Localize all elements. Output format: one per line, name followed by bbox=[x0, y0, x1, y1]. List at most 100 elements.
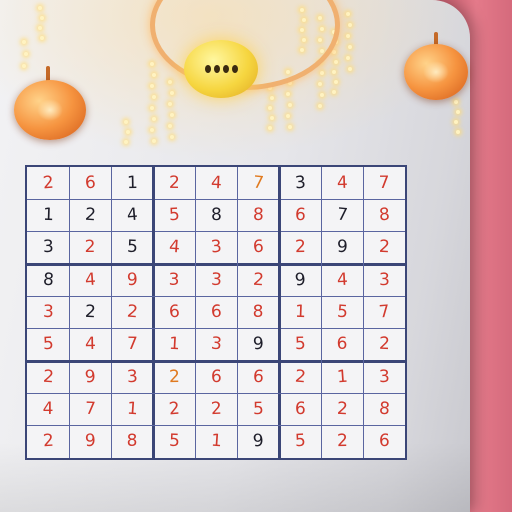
orange-heart-ornament-right bbox=[404, 44, 468, 100]
sudoku-digit: 6 bbox=[378, 431, 390, 452]
sudoku-digit: 5 bbox=[294, 334, 306, 355]
sudoku-digit: 3 bbox=[168, 269, 180, 290]
fairy-light-dot bbox=[40, 16, 44, 20]
sudoku-digit: 4 bbox=[42, 398, 54, 419]
sudoku-cell: 2 bbox=[111, 296, 153, 328]
fairy-light-dot bbox=[348, 23, 352, 27]
sudoku-digit: 4 bbox=[84, 334, 96, 355]
sudoku-digit: 1 bbox=[335, 366, 349, 388]
fairy-light-dot bbox=[24, 52, 28, 56]
sudoku-digit: 2 bbox=[41, 366, 55, 388]
fairy-light-dot bbox=[124, 140, 128, 144]
fairy-light-dot bbox=[320, 93, 324, 97]
fairy-light-dot bbox=[38, 26, 42, 30]
sudoku-cell: 3 bbox=[195, 329, 237, 361]
sudoku-digit: 2 bbox=[41, 430, 55, 452]
sudoku-digit: 7 bbox=[84, 398, 96, 420]
sudoku-digit: 1 bbox=[294, 301, 306, 323]
sudoku-digit: 9 bbox=[251, 333, 265, 355]
sudoku-cell: 4 bbox=[153, 232, 195, 264]
sudoku-cell: 9 bbox=[111, 264, 153, 296]
sudoku-cell: 8 bbox=[27, 264, 69, 296]
sudoku-cell: 7 bbox=[363, 296, 405, 328]
sudoku-digit: 7 bbox=[126, 334, 138, 355]
fairy-light-dot bbox=[346, 34, 350, 38]
sudoku-digit: 3 bbox=[42, 237, 54, 258]
sudoku-cell: 4 bbox=[195, 167, 237, 199]
sudoku-cell: 3 bbox=[195, 232, 237, 264]
sudoku-digit: 9 bbox=[126, 269, 138, 290]
sudoku-cell: 8 bbox=[237, 199, 279, 231]
sudoku-cell: 2 bbox=[279, 361, 321, 393]
fairy-light-dot bbox=[334, 80, 338, 84]
fairy-light-dot bbox=[152, 95, 156, 99]
sudoku-digit: 4 bbox=[336, 172, 348, 193]
sudoku-digit: 2 bbox=[83, 204, 97, 226]
fairy-light-dot bbox=[152, 117, 156, 121]
fairy-light-dot bbox=[332, 90, 336, 94]
sudoku-cell: 2 bbox=[363, 232, 405, 264]
sudoku-digit: 7 bbox=[251, 172, 265, 194]
sudoku-cell: 6 bbox=[195, 296, 237, 328]
sudoku-cell: 4 bbox=[111, 199, 153, 231]
sudoku-digit: 3 bbox=[378, 366, 390, 387]
sudoku-digit: 7 bbox=[335, 204, 349, 226]
sudoku-cell: 2 bbox=[195, 393, 237, 425]
sudoku-cell: 2 bbox=[363, 329, 405, 361]
fairy-light-dot bbox=[270, 96, 274, 100]
sudoku-cell: 6 bbox=[321, 329, 363, 361]
sudoku-digit: 9 bbox=[84, 431, 96, 452]
sudoku-cell: 9 bbox=[279, 264, 321, 296]
sudoku-digit: 1 bbox=[209, 430, 223, 452]
sudoku-digit: 5 bbox=[168, 431, 180, 452]
fairy-light-dot bbox=[124, 120, 128, 124]
sudoku-digit: 6 bbox=[210, 366, 222, 387]
sudoku-digit: 2 bbox=[294, 237, 306, 258]
sudoku-cell: 2 bbox=[153, 361, 195, 393]
sudoku-digit: 2 bbox=[84, 237, 96, 258]
sudoku-digit: 8 bbox=[377, 204, 391, 226]
sudoku-cell: 2 bbox=[153, 167, 195, 199]
sudoku-cell: 1 bbox=[279, 296, 321, 328]
sudoku-cell: 9 bbox=[321, 232, 363, 264]
sudoku-cell: 4 bbox=[321, 264, 363, 296]
sudoku-digit: 2 bbox=[378, 334, 390, 355]
sudoku-digit: 2 bbox=[84, 301, 96, 323]
sudoku-digit: 2 bbox=[378, 237, 390, 258]
fairy-light-dot bbox=[334, 60, 338, 64]
sudoku-cell: 5 bbox=[153, 199, 195, 231]
fairy-light-dot bbox=[348, 67, 352, 71]
sudoku-cell: 4 bbox=[321, 167, 363, 199]
sudoku-digit: 3 bbox=[210, 269, 222, 290]
sudoku-cell: 2 bbox=[69, 296, 111, 328]
sudoku-cell: 5 bbox=[27, 329, 69, 361]
sudoku-cell: 7 bbox=[237, 167, 279, 199]
sudoku-digit: 8 bbox=[252, 204, 264, 226]
fairy-light-dot bbox=[318, 104, 322, 108]
sudoku-cell: 3 bbox=[279, 167, 321, 199]
sudoku-digit: 3 bbox=[378, 269, 390, 290]
sudoku-cell: 3 bbox=[27, 296, 69, 328]
sudoku-digit: 8 bbox=[210, 204, 222, 226]
sudoku-cell: 3 bbox=[363, 264, 405, 296]
sudoku-digit: 6 bbox=[167, 301, 181, 323]
sudoku-digit: 4 bbox=[167, 236, 181, 258]
sudoku-digit: 5 bbox=[168, 204, 180, 226]
sudoku-cell: 8 bbox=[363, 199, 405, 231]
sudoku-cell: 5 bbox=[279, 426, 321, 458]
sudoku-cell: 5 bbox=[237, 393, 279, 425]
fairy-light-dot bbox=[170, 135, 174, 139]
sudoku-digit: 6 bbox=[210, 301, 222, 323]
fairy-light-dot bbox=[454, 100, 458, 104]
sudoku-digit: 2 bbox=[168, 172, 180, 193]
sudoku-cell: 2 bbox=[321, 426, 363, 458]
fairy-light-dot bbox=[22, 64, 26, 68]
sudoku-cell: 6 bbox=[363, 426, 405, 458]
sudoku-cell: 1 bbox=[195, 426, 237, 458]
sudoku-digit: 8 bbox=[252, 301, 264, 322]
fairy-light-dot bbox=[456, 110, 460, 114]
sudoku-cell: 2 bbox=[27, 167, 69, 199]
sudoku-cell: 2 bbox=[237, 264, 279, 296]
sudoku-cell: 9 bbox=[69, 361, 111, 393]
sudoku-cell: 2 bbox=[27, 361, 69, 393]
